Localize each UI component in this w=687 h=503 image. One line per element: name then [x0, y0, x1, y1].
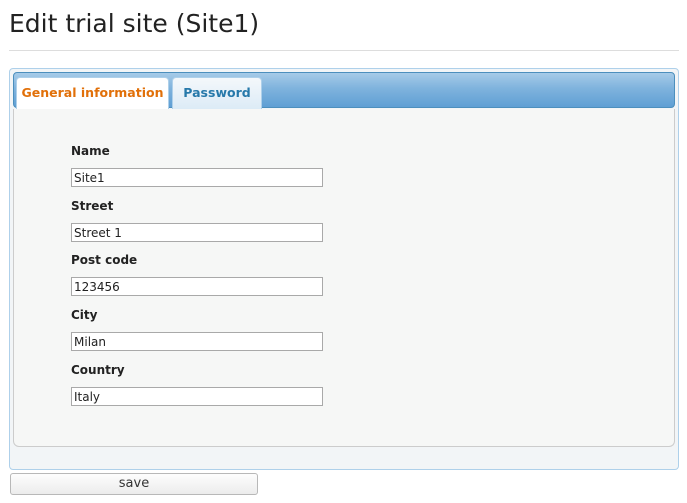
- save-button[interactable]: save: [10, 473, 258, 495]
- country-label: Country: [71, 363, 125, 377]
- street-field[interactable]: [71, 223, 323, 242]
- country-field[interactable]: [71, 387, 323, 406]
- street-label: Street: [71, 199, 114, 213]
- title-divider: [9, 50, 679, 51]
- post-code-field[interactable]: [71, 277, 323, 296]
- general-information-form: Name Street Post code City Country: [13, 109, 675, 447]
- tab-general-information[interactable]: General information: [16, 77, 169, 110]
- name-label: Name: [71, 144, 110, 158]
- city-field[interactable]: [71, 332, 323, 351]
- city-label: City: [71, 308, 98, 322]
- tab-panel: General information Password Name Street…: [9, 68, 679, 470]
- tab-password[interactable]: Password: [172, 77, 262, 109]
- post-code-label: Post code: [71, 253, 138, 267]
- page-title: Edit trial site (Site1): [9, 9, 260, 38]
- name-field[interactable]: [71, 168, 323, 187]
- tab-strip: General information Password: [13, 72, 675, 110]
